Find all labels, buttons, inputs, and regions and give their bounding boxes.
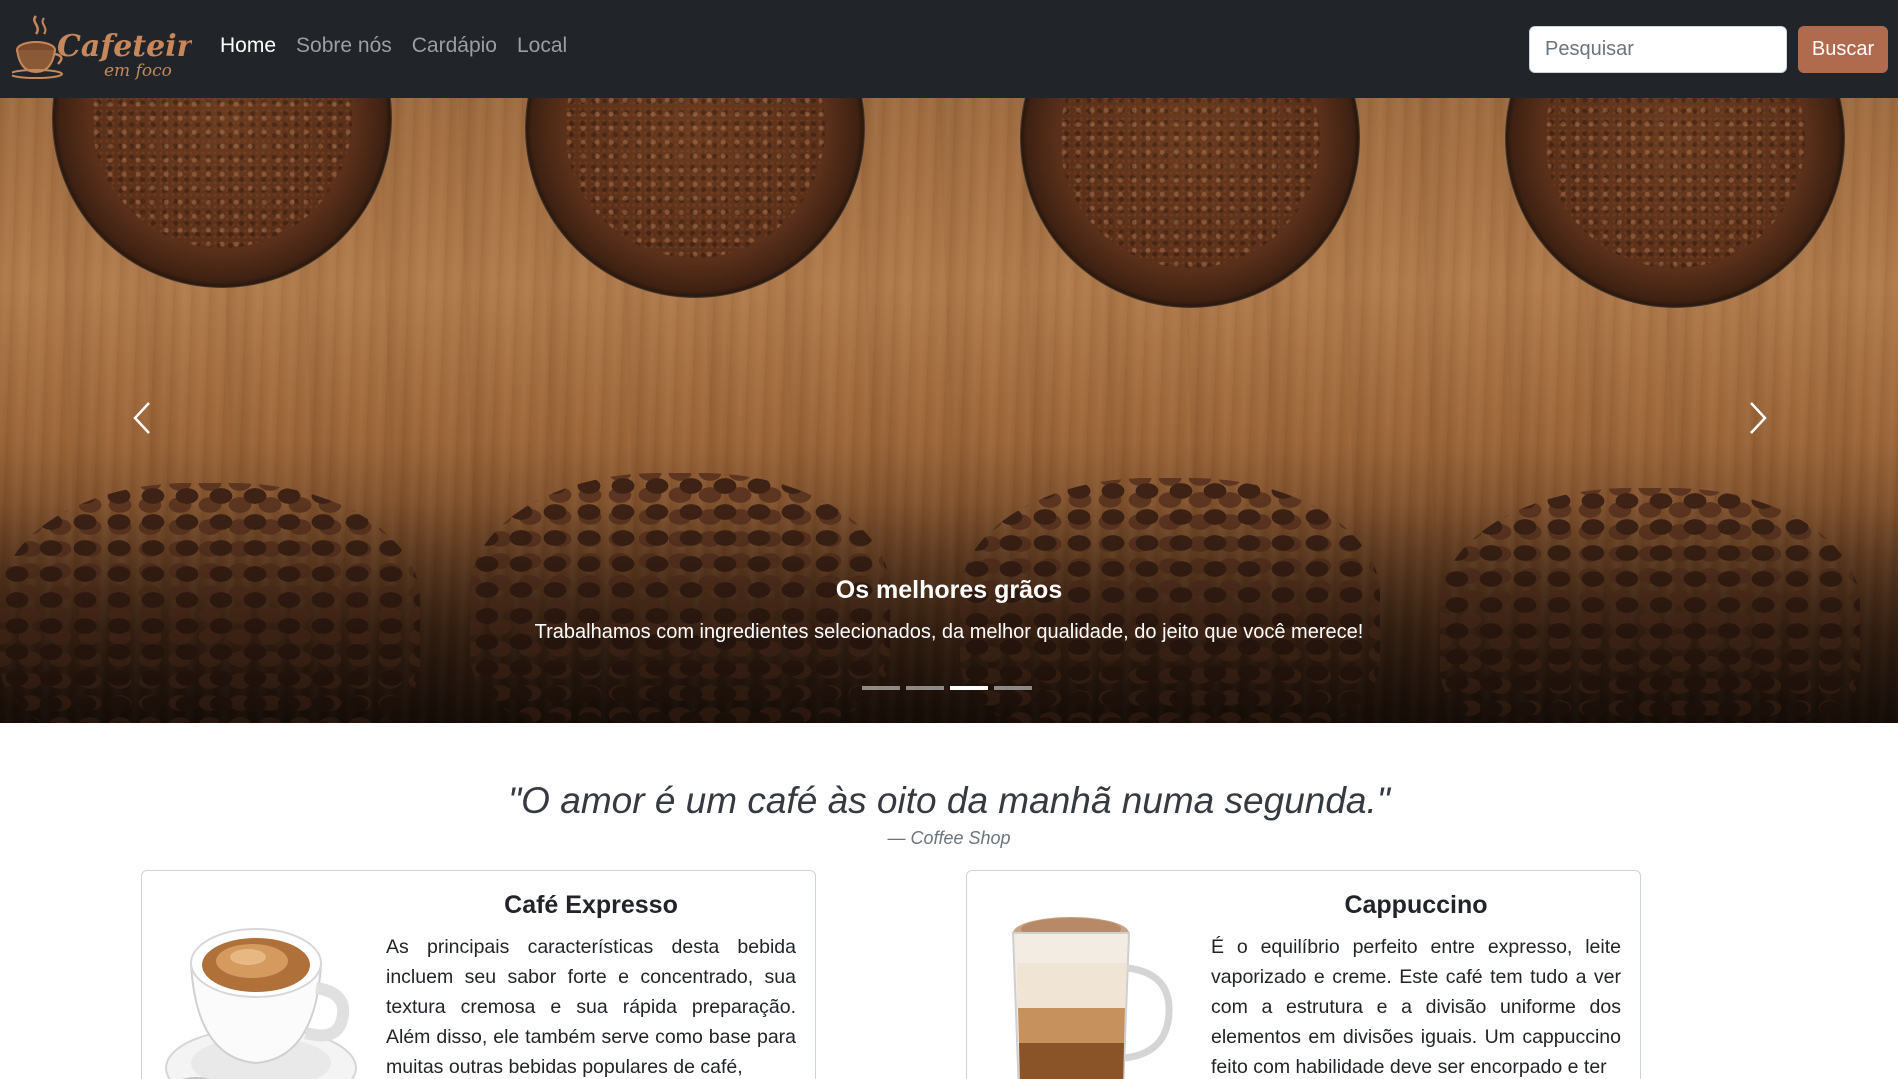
brand-logo[interactable]: Cafeteira em foco xyxy=(9,12,212,84)
carousel-indicator[interactable] xyxy=(994,686,1032,690)
navbar: Cafeteira em foco Home Sobre nós Cardápi… xyxy=(0,0,1898,98)
nav-link-cardapio[interactable]: Cardápio xyxy=(412,34,497,58)
search-button[interactable]: Buscar xyxy=(1798,26,1888,73)
carousel-next-button[interactable] xyxy=(1737,388,1777,448)
search-input[interactable] xyxy=(1529,26,1787,73)
card-body: Cappuccino É o equilíbrio perfeito entre… xyxy=(1211,891,1621,1079)
card-body: Café Expresso As principais característi… xyxy=(386,891,796,1079)
carousel-indicator-active[interactable] xyxy=(950,686,988,690)
carousel-indicators xyxy=(862,686,1032,690)
card-title: Cappuccino xyxy=(1344,891,1488,919)
carousel-caption-text: Trabalhamos com ingredientes selecionado… xyxy=(534,621,1364,643)
nav-link-home[interactable]: Home xyxy=(220,34,276,58)
espresso-cup-image xyxy=(156,893,366,1079)
carousel-indicator[interactable] xyxy=(862,686,900,690)
coffee-bowl-image xyxy=(52,98,392,288)
nav-links: Home Sobre nós Cardápio Local xyxy=(220,34,567,58)
carousel-caption-title: Os melhores grãos xyxy=(835,576,1063,604)
nav-link-local[interactable]: Local xyxy=(517,34,567,58)
menu-card-cappuccino: Cappuccino É o equilíbrio perfeito entre… xyxy=(966,870,1641,1079)
carousel-caption: Os melhores grãos Trabalhamos com ingred… xyxy=(0,576,1898,644)
chevron-left-icon xyxy=(133,402,150,434)
coffee-bowl-image xyxy=(1020,98,1360,308)
brand-tagline: em foco xyxy=(104,61,172,81)
carousel-indicator[interactable] xyxy=(906,686,944,690)
nav-link-sobre-nos[interactable]: Sobre nós xyxy=(296,34,392,58)
cappuccino-glass-image xyxy=(981,893,1191,1079)
carousel-prev-button[interactable] xyxy=(123,388,163,448)
hero-carousel: Os melhores grãos Trabalhamos com ingred… xyxy=(0,98,1898,723)
card-text: As principais características desta bebi… xyxy=(386,936,796,1078)
card-title: Café Expresso xyxy=(504,891,678,919)
coffee-bowl-image xyxy=(525,98,865,298)
quote-text: "O amor é um café às oito da manhã numa … xyxy=(508,780,1390,821)
quote-source: — Coffee Shop xyxy=(887,828,1011,848)
coffee-bowl-image xyxy=(1505,98,1845,308)
menu-card-espresso: Café Expresso As principais característi… xyxy=(141,870,816,1079)
chevron-right-icon xyxy=(1750,402,1767,434)
brand-name: Cafeteira xyxy=(57,29,192,64)
card-text: É o equilíbrio perfeito entre expresso, … xyxy=(1211,936,1621,1078)
